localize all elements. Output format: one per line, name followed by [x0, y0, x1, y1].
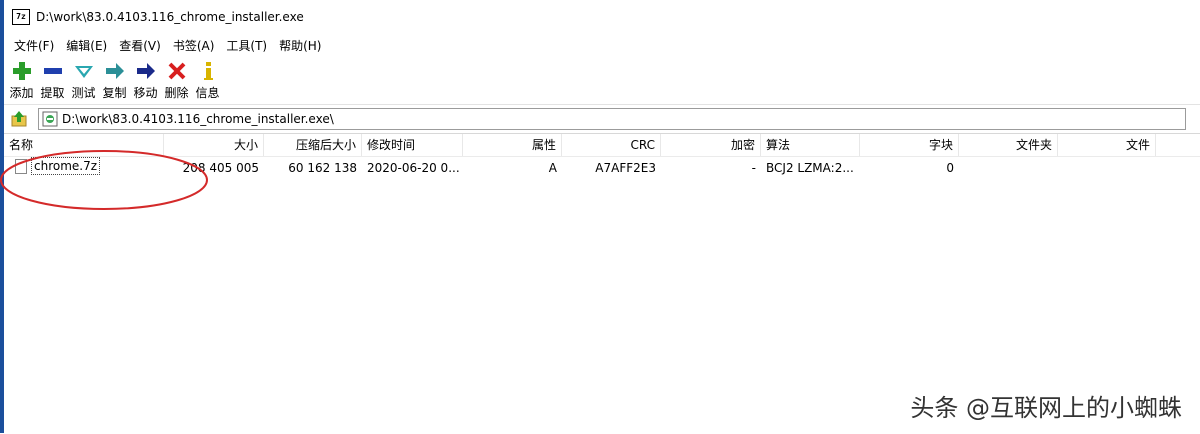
menu-view[interactable]: 查看(V) — [113, 37, 167, 54]
delete-x-icon — [168, 62, 185, 80]
menu-tools[interactable]: 工具(T) — [220, 37, 273, 54]
path-text: D:\work\83.0.4103.116_chrome_installer.e… — [62, 112, 334, 126]
cell-modified: 2020-06-20 0... — [367, 161, 460, 175]
move-button[interactable]: 移动 — [130, 56, 161, 101]
cell-packed-size: 60 162 138 — [288, 161, 357, 175]
menu-bookmarks[interactable]: 书签(A) — [167, 37, 221, 54]
copy-button[interactable]: 复制 — [99, 56, 130, 101]
column-modified[interactable]: 修改时间 — [362, 134, 463, 156]
column-method[interactable]: 算法 — [761, 134, 860, 156]
toolbar: 添加 提取 测试 复制 移动 删除 信息 — [4, 56, 1200, 105]
column-files[interactable]: 文件 — [1058, 134, 1156, 156]
info-icon — [203, 62, 213, 80]
folder-up-icon — [11, 111, 27, 127]
column-crc[interactable]: CRC — [562, 134, 661, 156]
7zip-app-icon: 7z — [12, 9, 30, 25]
delete-label: 删除 — [164, 86, 189, 100]
cell-method: BCJ2 LZMA:2... — [766, 161, 854, 175]
add-button[interactable]: 添加 — [6, 56, 37, 101]
menu-bar: 文件(F) 编辑(E) 查看(V) 书签(A) 工具(T) 帮助(H) — [4, 34, 1200, 56]
app-window: 7z D:\work\83.0.4103.116_chrome_installe… — [0, 0, 1200, 433]
cell-block: 0 — [946, 161, 954, 175]
delete-button[interactable]: 删除 — [161, 56, 192, 101]
title-bar: 7z D:\work\83.0.4103.116_chrome_installe… — [4, 0, 1200, 34]
test-label: 测试 — [71, 86, 96, 100]
copy-label: 复制 — [102, 86, 127, 100]
column-packed-size[interactable]: 压缩后大小 — [264, 134, 362, 156]
cell-encrypted: - — [751, 161, 756, 175]
cell-attributes: A — [548, 161, 557, 175]
menu-edit[interactable]: 编辑(E) — [60, 37, 113, 54]
path-input[interactable]: D:\work\83.0.4103.116_chrome_installer.e… — [38, 108, 1186, 130]
column-block[interactable]: 字块 — [860, 134, 959, 156]
menu-file[interactable]: 文件(F) — [8, 37, 60, 54]
menu-help[interactable]: 帮助(H) — [273, 37, 327, 54]
add-label: 添加 — [9, 86, 34, 100]
column-attributes[interactable]: 属性 — [463, 134, 562, 156]
extract-button[interactable]: 提取 — [37, 56, 68, 101]
checkmark-icon — [74, 66, 93, 78]
address-bar: D:\work\83.0.4103.116_chrome_installer.e… — [4, 105, 1200, 134]
column-folders[interactable]: 文件夹 — [959, 134, 1058, 156]
copy-arrow-icon — [105, 63, 124, 79]
move-arrow-icon — [136, 63, 155, 79]
info-label: 信息 — [195, 86, 220, 100]
column-encrypted[interactable]: 加密 — [661, 134, 761, 156]
cell-folders — [959, 157, 1058, 179]
cell-crc: A7AFF2E3 — [595, 161, 656, 175]
up-folder-button[interactable] — [8, 108, 30, 130]
move-label: 移动 — [133, 86, 158, 100]
cell-files — [1058, 157, 1156, 179]
minus-icon — [43, 68, 62, 74]
extract-label: 提取 — [40, 86, 65, 100]
window-title: D:\work\83.0.4103.116_chrome_installer.e… — [36, 10, 304, 24]
installer-file-icon — [42, 111, 58, 127]
test-button[interactable]: 测试 — [68, 56, 99, 101]
plus-icon — [12, 62, 31, 80]
red-annotation-ellipse — [0, 150, 208, 210]
info-button[interactable]: 信息 — [192, 56, 223, 101]
watermark-text: 头条 @互联网上的小蜘蛛 — [910, 394, 1182, 422]
